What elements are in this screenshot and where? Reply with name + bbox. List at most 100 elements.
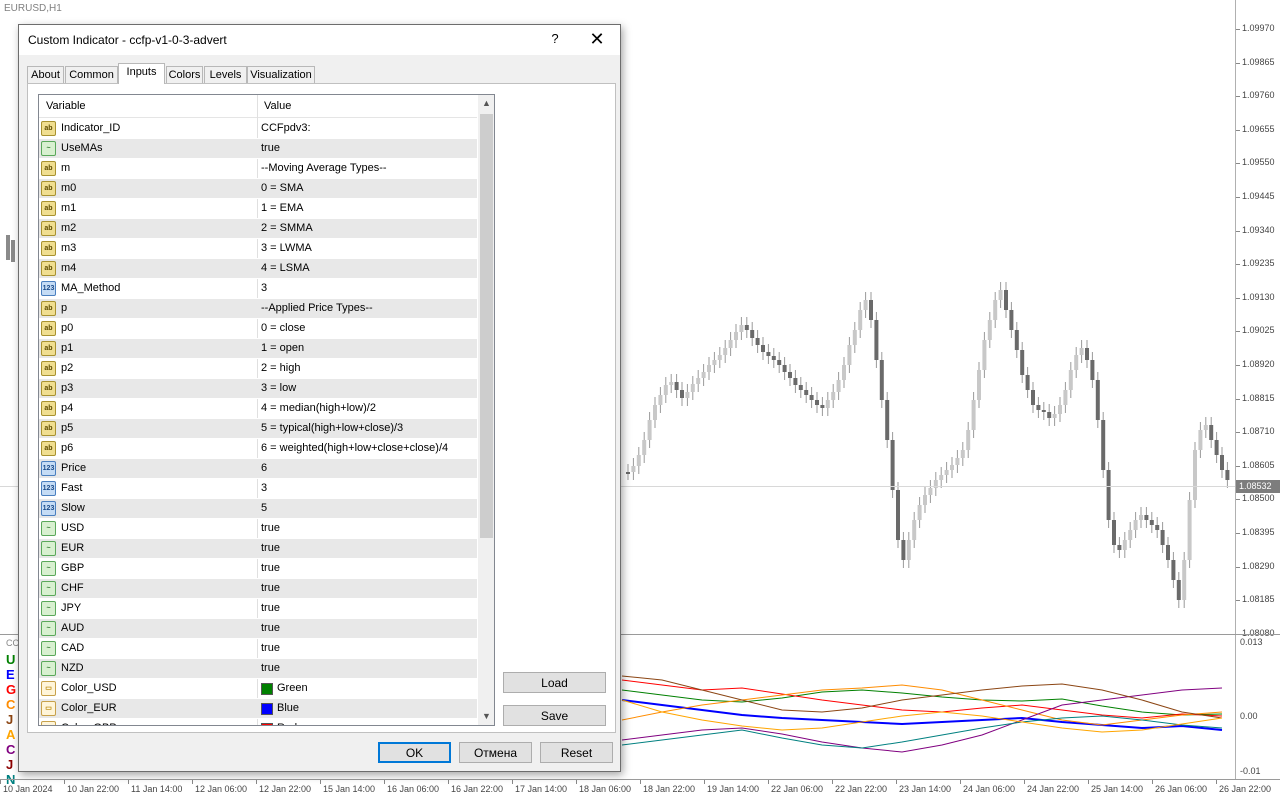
variable-value[interactable]: 6 = weighted(high+low+close+close)/4 <box>261 442 448 454</box>
save-button[interactable]: Save <box>503 705 606 726</box>
variable-value[interactable]: true <box>261 622 280 634</box>
variable-value[interactable]: CCFpdv3: <box>261 122 311 134</box>
variable-name: USD <box>61 522 85 534</box>
table-row[interactable]: ▭ Color_USD Green <box>39 679 477 699</box>
candle-body <box>1187 500 1192 560</box>
variable-value[interactable]: 3 = low <box>261 382 296 394</box>
time-tick-label: 26 Jan 06:00 <box>1151 780 1208 794</box>
variable-value[interactable]: Blue <box>277 702 299 714</box>
variable-value[interactable]: 0 = SMA <box>261 182 304 194</box>
variable-value[interactable]: 2 = SMMA <box>261 222 313 234</box>
table-scrollbar[interactable]: ▲ ▼ <box>478 95 494 725</box>
variable-value[interactable]: true <box>261 542 280 554</box>
table-row[interactable]: ab p1 1 = open <box>39 339 477 359</box>
table-row[interactable]: ab m4 4 = LSMA <box>39 259 477 279</box>
table-row[interactable]: ab p2 2 = high <box>39 359 477 379</box>
cancel-button[interactable]: Отмена <box>459 742 532 763</box>
table-row[interactable]: ab p --Applied Price Types-- <box>39 299 477 319</box>
variable-value[interactable]: Red <box>277 722 297 725</box>
int-type-icon: 123 <box>41 281 56 296</box>
variable-value[interactable]: 3 <box>261 282 267 294</box>
table-row[interactable]: 123 Slow 5 <box>39 499 477 519</box>
table-row[interactable]: ab p4 4 = median(high+low)/2 <box>39 399 477 419</box>
close-button[interactable]: ✕ <box>584 29 610 51</box>
table-row[interactable]: 123 Price 6 <box>39 459 477 479</box>
reset-button[interactable]: Reset <box>540 742 613 763</box>
dialog-titlebar[interactable]: Custom Indicator - ccfp-v1-0-3-advert ? … <box>19 25 620 55</box>
ok-button[interactable]: OK <box>378 742 451 763</box>
variable-value[interactable]: 5 <box>261 502 267 514</box>
tab-levels[interactable]: Levels <box>204 66 247 83</box>
time-tick-label: 24 Jan 06:00 <box>959 780 1016 794</box>
variable-value[interactable]: 4 = median(high+low)/2 <box>261 402 376 414</box>
table-row[interactable]: ab p5 5 = typical(high+low+close)/3 <box>39 419 477 439</box>
scroll-down-icon[interactable]: ▼ <box>478 708 494 725</box>
variable-value[interactable]: 4 = LSMA <box>261 262 310 274</box>
table-row[interactable]: ~ JPY true <box>39 599 477 619</box>
table-row[interactable]: ~ AUD true <box>39 619 477 639</box>
column-header-value[interactable]: Value <box>264 100 291 112</box>
candle-body <box>1095 380 1100 420</box>
table-row[interactable]: 123 MA_Method 3 <box>39 279 477 299</box>
variable-value[interactable]: --Applied Price Types-- <box>261 302 373 314</box>
variable-value[interactable]: 2 = high <box>261 362 300 374</box>
variable-value[interactable]: true <box>261 562 280 574</box>
variable-value[interactable]: 3 = LWMA <box>261 242 312 254</box>
time-tick-label: 24 Jan 22:00 <box>1023 780 1080 794</box>
table-row[interactable]: ~ USD true <box>39 519 477 539</box>
variable-value[interactable]: true <box>261 642 280 654</box>
table-row[interactable]: ▭ Color_GBP Red <box>39 719 477 725</box>
help-button[interactable]: ? <box>543 31 567 49</box>
column-header-variable[interactable]: Variable <box>46 100 86 112</box>
candle-body <box>1004 290 1008 310</box>
variable-value[interactable]: true <box>261 662 280 674</box>
variable-value[interactable]: 1 = open <box>261 342 304 354</box>
table-row[interactable]: ab Indicator_ID CCFpdv3: <box>39 119 477 139</box>
variable-value[interactable]: --Moving Average Types-- <box>261 162 387 174</box>
price-scale[interactable]: 1.09970 1.09865 1.09760 1.09655 1.09550 1.094… <box>1235 0 1280 780</box>
table-row[interactable]: 123 Fast 3 <box>39 479 477 499</box>
table-row[interactable]: ab m1 1 = EMA <box>39 199 477 219</box>
inputs-table[interactable]: Variable Value ab Indicator_ID CCFpdv3: ~ Us… <box>38 94 495 726</box>
table-row[interactable]: ~ UseMAs true <box>39 139 477 159</box>
variable-value[interactable]: true <box>261 522 280 534</box>
table-row[interactable]: ~ CAD true <box>39 639 477 659</box>
tab-visualization[interactable]: Visualization <box>247 66 315 83</box>
variable-value[interactable]: 5 = typical(high+low+close)/3 <box>261 422 403 434</box>
variable-value[interactable]: 0 = close <box>261 322 305 334</box>
scroll-up-icon[interactable]: ▲ <box>478 95 494 112</box>
table-row[interactable]: ab m --Moving Average Types-- <box>39 159 477 179</box>
variable-value[interactable]: 3 <box>261 482 267 494</box>
table-row[interactable]: ~ CHF true <box>39 579 477 599</box>
tab-colors[interactable]: Colors <box>166 66 203 83</box>
candle-body <box>766 352 771 356</box>
variable-value[interactable]: true <box>261 602 280 614</box>
candle-body <box>955 458 960 465</box>
variable-value[interactable]: 6 <box>261 462 267 474</box>
table-row[interactable]: ab p0 0 = close <box>39 319 477 339</box>
tab-common[interactable]: Common <box>65 66 118 83</box>
time-tick-label: 22 Jan 06:00 <box>767 780 824 794</box>
table-row[interactable]: ab p6 6 = weighted(high+low+close+close)/… <box>39 439 477 459</box>
table-row[interactable]: ~ NZD true <box>39 659 477 679</box>
tab-about[interactable]: About <box>27 66 64 83</box>
table-row[interactable]: ~ GBP true <box>39 559 477 579</box>
table-row[interactable]: ab m3 3 = LWMA <box>39 239 477 259</box>
table-row[interactable]: ~ EUR true <box>39 539 477 559</box>
variable-name: CAD <box>61 642 85 654</box>
variable-value[interactable]: Green <box>277 682 308 694</box>
tab-inputs[interactable]: Inputs <box>118 63 165 84</box>
currency-letter: J <box>6 712 14 727</box>
candle-body <box>1041 410 1046 412</box>
scroll-thumb[interactable] <box>480 114 493 538</box>
variable-value[interactable]: true <box>261 582 280 594</box>
variable-value[interactable]: true <box>261 142 280 154</box>
time-axis[interactable]: 10 Jan 2024 10 Jan 22:00 11 Jan 14:00 12 Ja… <box>0 779 1280 801</box>
table-row[interactable]: ab m0 0 = SMA <box>39 179 477 199</box>
load-button[interactable]: Load <box>503 672 606 693</box>
candle-body <box>1036 405 1041 410</box>
table-row[interactable]: ab m2 2 = SMMA <box>39 219 477 239</box>
variable-value[interactable]: 1 = EMA <box>261 202 304 214</box>
table-row[interactable]: ▭ Color_EUR Blue <box>39 699 477 719</box>
table-row[interactable]: ab p3 3 = low <box>39 379 477 399</box>
